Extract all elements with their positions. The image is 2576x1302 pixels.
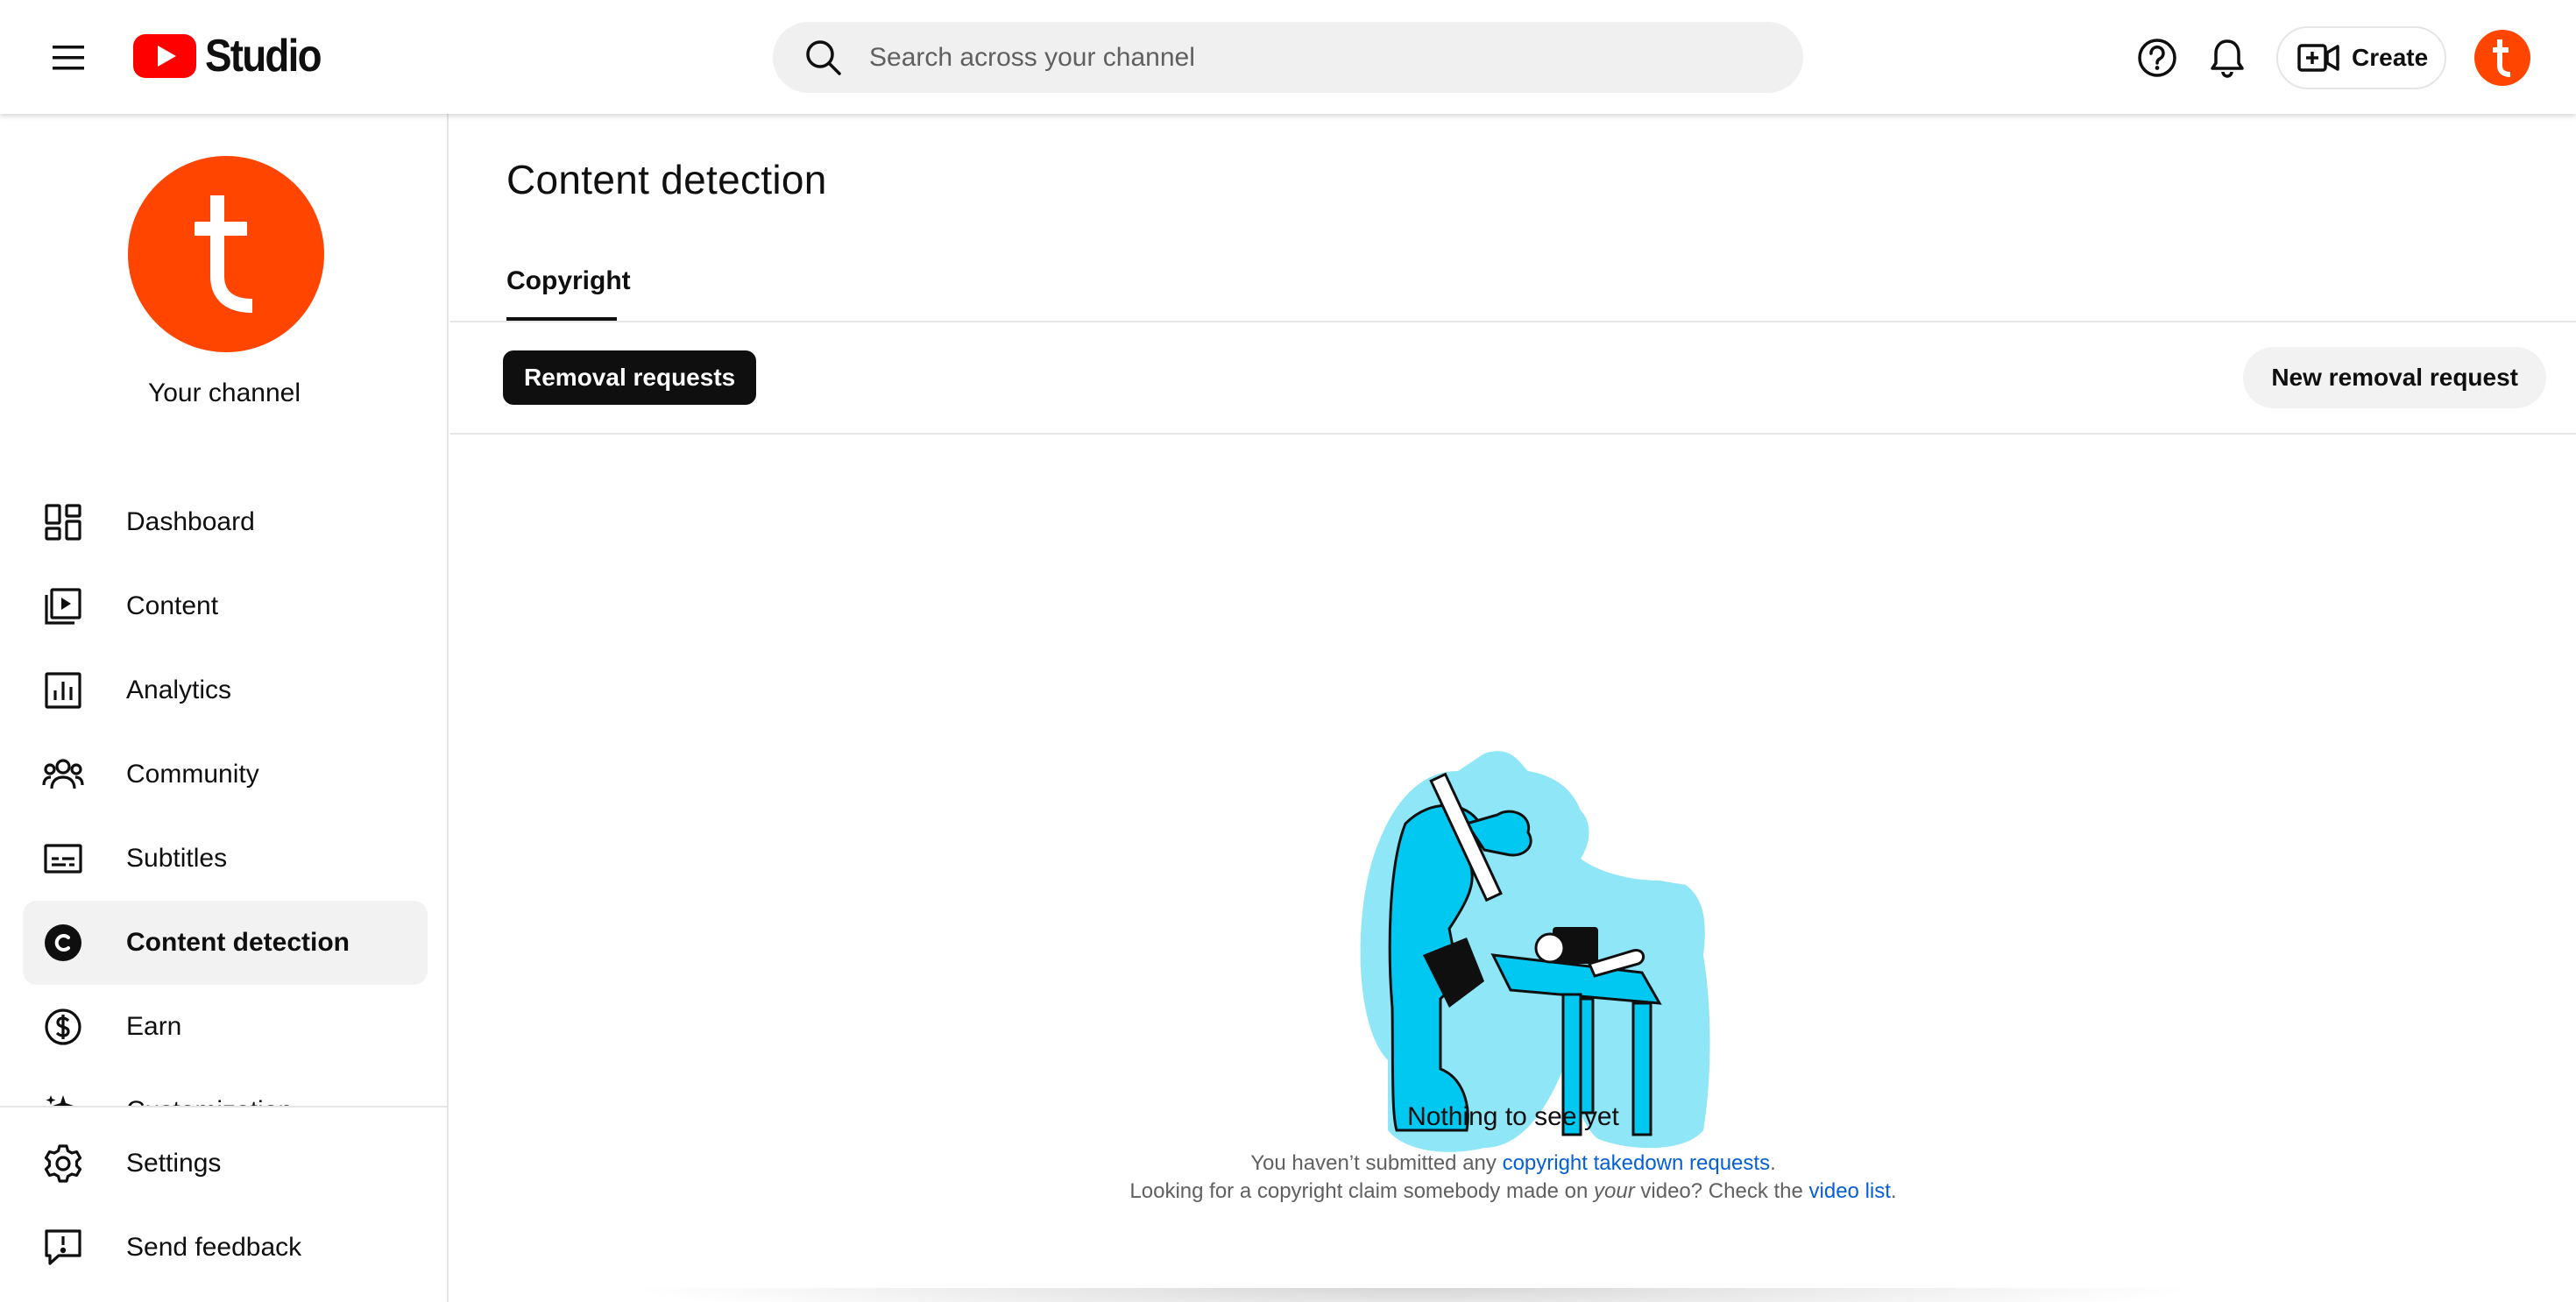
copyright-icon: [42, 922, 84, 964]
channel-avatar[interactable]: [128, 156, 324, 352]
search-input[interactable]: [869, 42, 1745, 73]
video-list-link[interactable]: video list: [1809, 1179, 1891, 1203]
sidebar-item-analytics[interactable]: Analytics: [23, 648, 428, 732]
menu-icon: [53, 46, 84, 70]
avatar-letter-icon: [2493, 39, 2511, 77]
sidebar-item-dashboard[interactable]: Dashboard: [23, 480, 428, 564]
sidebar-item-community[interactable]: Community: [23, 732, 428, 817]
sidebar-item-label: Analytics: [126, 676, 232, 704]
sidebar-item-label: Earn: [126, 1012, 182, 1041]
tab-copyright[interactable]: Copyright: [506, 259, 631, 321]
community-icon: [42, 754, 84, 796]
empty-line1-prefix: You haven’t submitted any: [1250, 1151, 1503, 1175]
sidebar-item-settings[interactable]: Settings: [23, 1122, 424, 1206]
empty-line2-prefix: Looking for a copyright claim somebody m…: [1129, 1179, 1595, 1203]
top-header: Studio Create: [0, 0, 2576, 114]
sidebar-item-earn[interactable]: Earn: [23, 985, 428, 1069]
sidebar-item-content[interactable]: Content: [23, 564, 428, 648]
feedback-icon: [42, 1227, 84, 1269]
channel-letter-icon: [195, 195, 253, 313]
copyright-takedown-link[interactable]: copyright takedown requests: [1503, 1151, 1771, 1175]
help-button[interactable]: [2131, 32, 2183, 84]
help-icon: [2138, 39, 2176, 77]
content-icon: [42, 585, 84, 627]
sidebar-item-label: Subtitles: [126, 844, 228, 873]
sidebar-item-content-detection[interactable]: Content detection: [23, 901, 428, 985]
empty-line1-suffix: .: [1770, 1151, 1776, 1175]
dollar-icon: [42, 1006, 84, 1048]
sidebar-item-send-feedback[interactable]: Send feedback: [23, 1206, 424, 1290]
channel-name: Your channel: [147, 379, 301, 407]
empty-state-line-2: Looking for a copyright claim somebody m…: [450, 1179, 2576, 1204]
menu-button[interactable]: [39, 30, 98, 86]
empty-line2-mid: video? Check the: [1634, 1179, 1809, 1203]
gear-icon: [42, 1143, 84, 1185]
studio-logo[interactable]: Studio: [133, 30, 336, 82]
empty-line2-emphasis: your: [1594, 1179, 1635, 1203]
sidebar-item-label: Content: [126, 591, 219, 620]
page-title: Content detection: [506, 157, 827, 202]
account-avatar[interactable]: [2474, 30, 2530, 86]
sidebar-item-label: Content detection: [126, 928, 350, 957]
sidebar-item-label: Settings: [126, 1149, 222, 1178]
sidebar-item-label: Community: [126, 760, 259, 789]
create-button[interactable]: Create: [2276, 26, 2446, 89]
sidebar-bottom: Settings Send feedback: [0, 1106, 447, 1290]
search-icon[interactable]: [803, 37, 845, 79]
sidebar: Your channel Dashboard Content Analytics…: [0, 114, 449, 1302]
notifications-button[interactable]: [2201, 32, 2254, 84]
subtitles-icon: [42, 838, 84, 880]
bell-icon: [2211, 39, 2244, 78]
tab-label: Copyright: [506, 266, 631, 295]
analytics-icon: [42, 669, 84, 711]
logo-text: Studio: [205, 31, 322, 81]
filter-divider: [450, 433, 2576, 435]
dashboard-icon: [42, 501, 84, 543]
create-label: Create: [2352, 44, 2429, 71]
removal-requests-chip[interactable]: Removal requests: [503, 350, 757, 405]
sidebar-item-subtitles[interactable]: Subtitles: [23, 817, 428, 901]
create-video-icon: [2297, 44, 2339, 72]
sidebar-item-label: Send feedback: [126, 1233, 302, 1262]
search-bar[interactable]: [773, 22, 1803, 93]
tab-divider: [450, 321, 2576, 322]
sidebar-item-label: Dashboard: [126, 507, 255, 536]
new-removal-request-button[interactable]: New removal request: [2243, 347, 2546, 408]
empty-line2-suffix: .: [1890, 1179, 1897, 1203]
empty-state-line-1: You haven’t submitted any copyright take…: [450, 1151, 2576, 1176]
empty-state-title: Nothing to see yet: [1407, 1102, 1619, 1131]
youtube-logo: [133, 34, 196, 78]
bottom-panel-shadow: [626, 1288, 2203, 1302]
main-content: Content detection Copyright Removal requ…: [450, 114, 2576, 1302]
